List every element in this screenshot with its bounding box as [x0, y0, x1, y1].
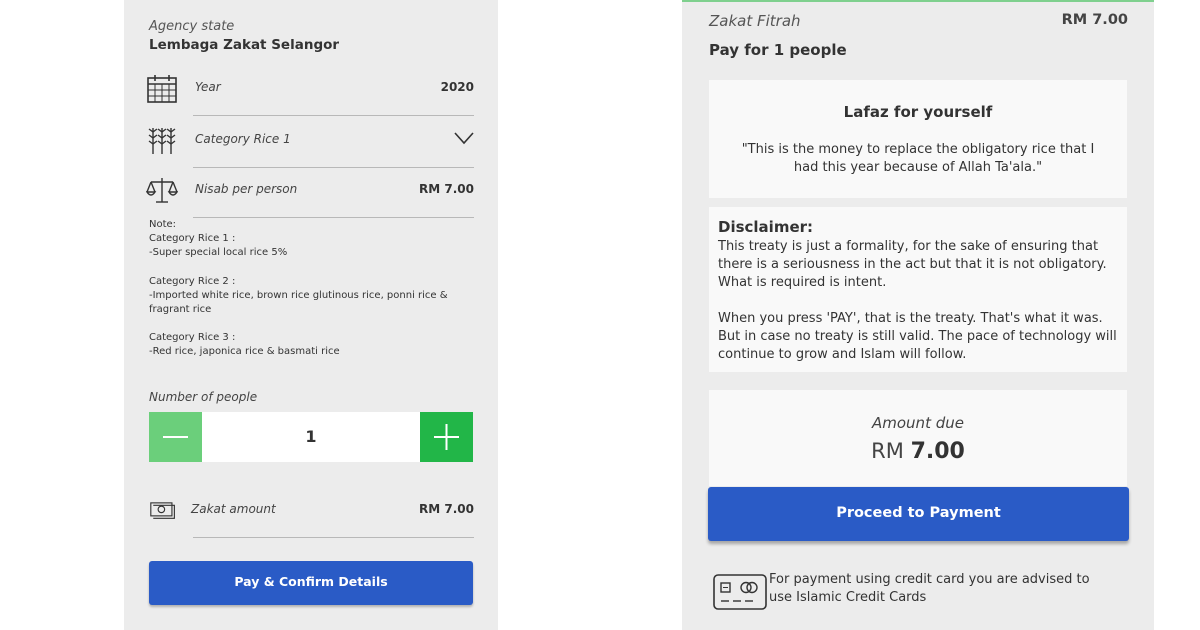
lafaz-title: Lafaz for yourself — [843, 103, 993, 121]
year-row[interactable]: Year 2020 — [146, 68, 474, 116]
amount-due-value: RM 7.00 — [709, 439, 1127, 464]
note-cat2-desc-cont: fragrant rice — [149, 304, 212, 316]
amount-due-currency: RM — [871, 439, 904, 463]
amount-due-label: Amount due — [872, 414, 964, 432]
amount-due-card: Amount due RM 7.00 — [709, 390, 1127, 486]
people-label: Number of people — [149, 390, 258, 404]
people-count[interactable]: 1 — [202, 427, 420, 446]
chevron-down-icon[interactable] — [454, 130, 474, 146]
minus-icon — [163, 436, 188, 438]
credit-card-icon — [713, 574, 767, 610]
zakat-fitrah-label: Zakat Fitrah — [709, 12, 801, 30]
zakat-fitrah-amount: RM 7.00 — [1061, 12, 1128, 28]
note-cat2-title: Category Rice 2 : — [149, 275, 236, 287]
note-cat3-title: Category Rice 3 : — [149, 332, 236, 344]
nisab-row: Nisab per person RM 7.00 — [146, 170, 474, 218]
calendar-icon — [147, 75, 177, 103]
scale-icon — [146, 178, 178, 203]
note-cat2-desc: -Imported white rice, brown rice glutino… — [149, 289, 448, 301]
pay-for-label: Pay for 1 people — [709, 41, 847, 59]
lafaz-text: "This is the money to replace the obliga… — [741, 142, 1095, 175]
disclaimer-title: Disclaimer: — [718, 218, 814, 236]
disclaimer-paragraph: When you press 'PAY', that is the treaty… — [718, 311, 1117, 362]
year-label: Year — [195, 80, 221, 94]
nisab-label: Nisab per person — [195, 182, 298, 196]
category-note: Note: Category Rice 1 : -Super special l… — [149, 218, 479, 360]
page: Agency state Lembaga Zakat Selangor Year… — [0, 0, 1200, 630]
zakat-amount-row: Zakat amount RM 7.00 — [146, 490, 474, 538]
divider — [193, 167, 474, 168]
nisab-value: RM 7.00 — [419, 182, 474, 196]
note-heading: Note: — [149, 219, 177, 230]
wheat-icon — [148, 128, 176, 154]
lafaz-card: Lafaz for yourself "This is the money to… — [709, 80, 1127, 198]
disclaimer-paragraph: This treaty is just a formality, for the… — [718, 239, 1107, 290]
money-icon — [150, 502, 175, 519]
pay-confirm-button[interactable]: Pay & Confirm Details — [149, 561, 473, 605]
disclaimer-text: This treaty is just a formality, for the… — [718, 238, 1119, 364]
year-value: 2020 — [440, 80, 474, 94]
disclaimer-card: Disclaimer: This treaty is just a formal… — [709, 207, 1127, 372]
zakat-amount-label: Zakat amount — [191, 502, 276, 516]
proceed-to-payment-button[interactable]: Proceed to Payment — [708, 487, 1129, 541]
agency-value[interactable]: Lembaga Zakat Selangor — [149, 37, 339, 53]
category-label: Category Rice 1 — [195, 132, 291, 146]
category-dropdown[interactable]: Category Rice 1 — [146, 120, 474, 168]
divider — [193, 115, 474, 116]
credit-card-note: For payment using credit card you are ad… — [769, 572, 1090, 605]
people-stepper: 1 — [149, 412, 473, 462]
amount-due-number: 7.00 — [910, 439, 965, 464]
increment-button[interactable] — [420, 412, 473, 462]
decrement-button[interactable] — [149, 412, 202, 462]
agency-label: Agency state — [149, 19, 235, 34]
zakat-details-panel: Agency state Lembaga Zakat Selangor Year… — [124, 0, 498, 630]
note-cat1-desc: -Super special local rice 5% — [149, 247, 288, 259]
payment-summary-panel: Zakat Fitrah RM 7.00 Pay for 1 people La… — [682, 0, 1154, 630]
plus-icon — [434, 424, 459, 450]
divider — [193, 537, 474, 538]
note-cat1-title: Category Rice 1 : — [149, 233, 236, 245]
zakat-amount-value: RM 7.00 — [419, 502, 474, 516]
note-cat3-desc: -Red rice, japonica rice & basmati rice — [149, 346, 340, 358]
